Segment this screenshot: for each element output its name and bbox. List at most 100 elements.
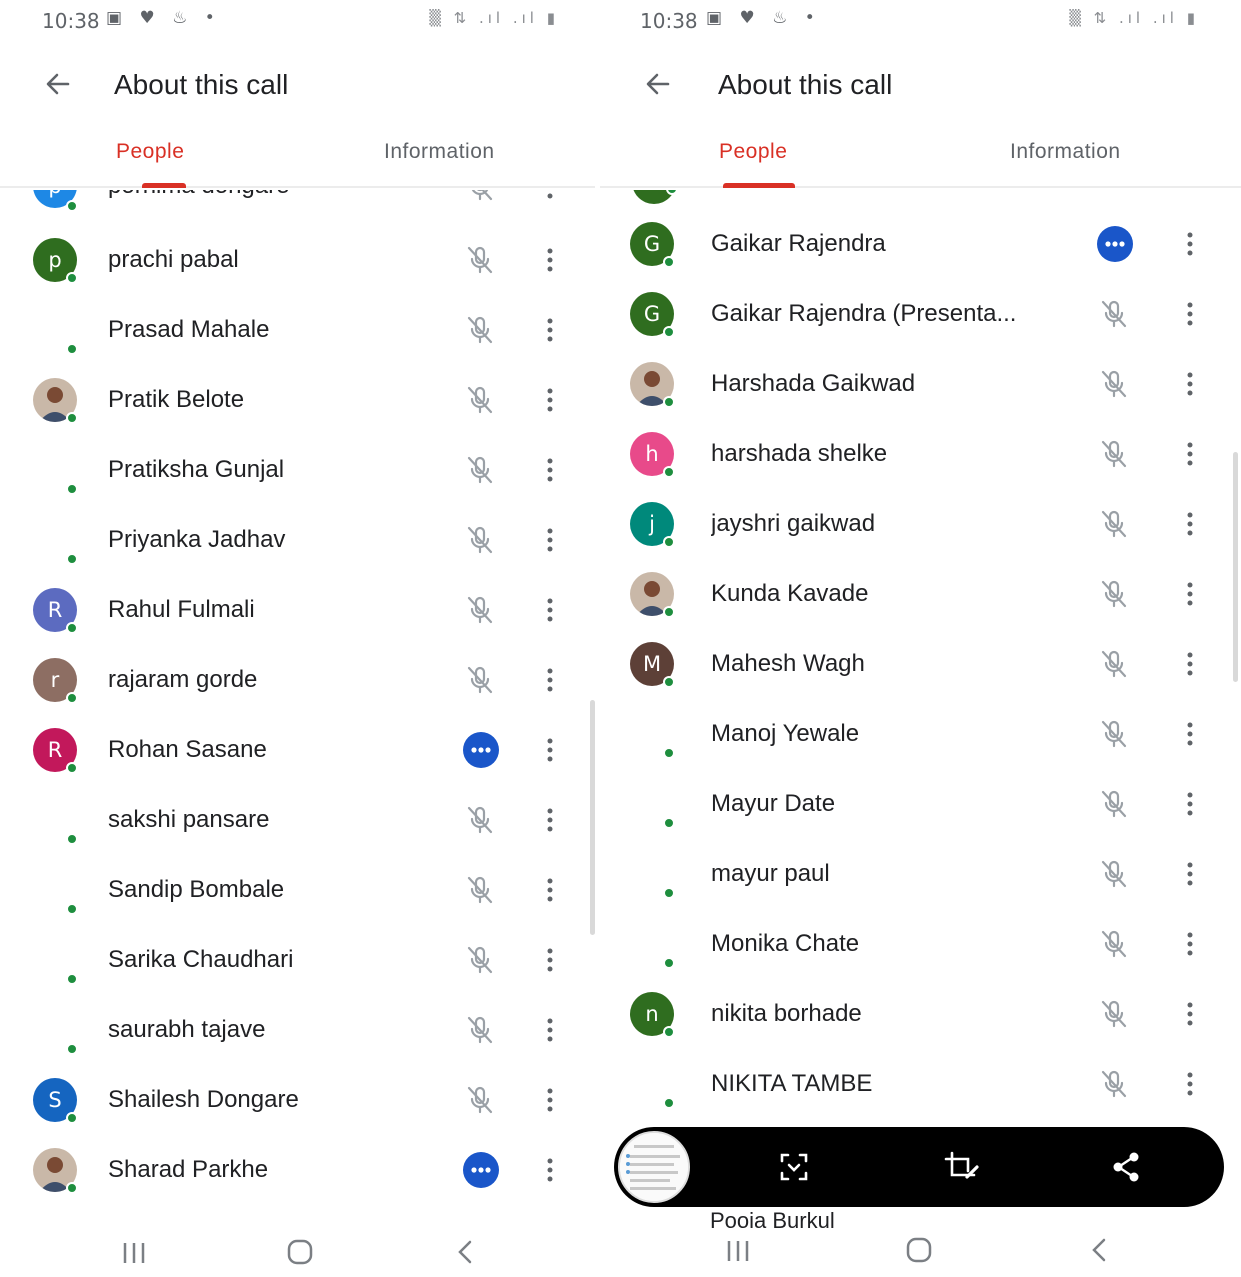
participant-row[interactable]: M Mahesh Wagh bbox=[600, 629, 1241, 699]
more-vert-icon[interactable] bbox=[1175, 574, 1205, 614]
more-vert-icon[interactable] bbox=[535, 380, 565, 420]
participant-row[interactable]: Prasad Mahale bbox=[0, 295, 595, 365]
crop-edit-icon[interactable] bbox=[940, 1147, 980, 1187]
system-nav-bar bbox=[0, 1228, 595, 1277]
home-icon[interactable] bbox=[278, 1232, 322, 1272]
more-vert-icon[interactable] bbox=[535, 310, 565, 350]
participant-row[interactable]: R Rahul Fulmali bbox=[0, 575, 595, 645]
nav-back-icon[interactable] bbox=[1078, 1232, 1122, 1272]
mic-off-icon bbox=[1101, 860, 1127, 888]
more-vert-icon[interactable] bbox=[1175, 994, 1205, 1034]
more-vert-icon[interactable] bbox=[1175, 924, 1205, 964]
participant-name: Sarika Chaudhari bbox=[108, 946, 294, 973]
more-vert-icon[interactable] bbox=[1175, 434, 1205, 474]
participant-row[interactable]: n nikita borhade bbox=[600, 979, 1241, 1049]
more-vert-icon[interactable] bbox=[535, 660, 565, 700]
more-vert-icon[interactable] bbox=[535, 590, 565, 630]
participant-name: Rohan Sasane bbox=[108, 736, 267, 763]
mic-off-icon bbox=[467, 806, 493, 834]
participant-name: Priyanka Jadhav bbox=[108, 526, 286, 553]
more-vert-icon[interactable] bbox=[535, 1150, 565, 1190]
screenshot-thumbnail[interactable] bbox=[618, 1131, 690, 1203]
scrollbar[interactable] bbox=[1233, 452, 1238, 682]
participant-row[interactable]: Harshada Gaikwad bbox=[600, 349, 1241, 419]
more-vert-icon[interactable] bbox=[1175, 1064, 1205, 1104]
left-screen: 10:38 ▣ ♥ ♨ • ▒ ⇅ .ıl .ıl ▮ About this c… bbox=[0, 0, 595, 1277]
presence-dot bbox=[66, 903, 78, 915]
participant-row[interactable] bbox=[600, 190, 1241, 204]
more-vert-icon[interactable] bbox=[535, 190, 565, 207]
tab-people[interactable]: People bbox=[719, 140, 787, 164]
presence-dot bbox=[66, 692, 78, 704]
participant-row[interactable]: p prachi pabal bbox=[0, 225, 595, 295]
more-vert-icon[interactable] bbox=[1175, 784, 1205, 824]
more-vert-icon[interactable] bbox=[535, 1080, 565, 1120]
participant-row[interactable]: Mayur Date bbox=[600, 769, 1241, 839]
status-bar: 10:38 ▣ ♥ ♨ • ▒ ⇅ .ıl .ıl ▮ bbox=[0, 0, 595, 40]
recents-icon[interactable] bbox=[716, 1232, 760, 1272]
tab-people[interactable]: People bbox=[116, 140, 184, 164]
presence-dot bbox=[66, 622, 78, 634]
mic-off-icon bbox=[1101, 930, 1127, 958]
more-vert-icon[interactable] bbox=[1175, 714, 1205, 754]
back-arrow-icon[interactable] bbox=[38, 64, 78, 104]
nav-back-icon[interactable] bbox=[444, 1232, 488, 1272]
more-vert-icon[interactable] bbox=[535, 520, 565, 560]
presence-dot bbox=[663, 536, 675, 548]
participant-row[interactable]: h harshada shelke bbox=[600, 419, 1241, 489]
presence-dot bbox=[66, 1182, 78, 1194]
participant-row[interactable]: r rajaram gorde bbox=[0, 645, 595, 715]
home-icon[interactable] bbox=[897, 1232, 941, 1272]
more-vert-icon[interactable] bbox=[1175, 504, 1205, 544]
more-vert-icon[interactable] bbox=[535, 450, 565, 490]
participant-row[interactable]: Priyanka Jadhav bbox=[0, 505, 595, 575]
tab-information[interactable]: Information bbox=[384, 140, 495, 164]
right-screen: 10:38 ▣ ♥ ♨ • ▒ ⇅ .ıl .ıl ▮ About this c… bbox=[600, 0, 1241, 1277]
back-arrow-icon[interactable] bbox=[638, 64, 678, 104]
presence-dot bbox=[663, 1026, 675, 1038]
participant-row[interactable]: Sarika Chaudhari bbox=[0, 925, 595, 995]
participant-row[interactable]: R Rohan Sasane bbox=[0, 715, 595, 785]
participant-row[interactable]: p pornima dongare bbox=[0, 190, 595, 222]
tab-information[interactable]: Information bbox=[1010, 140, 1121, 164]
presence-dot bbox=[663, 326, 675, 338]
more-vert-icon[interactable] bbox=[535, 1010, 565, 1050]
participant-row[interactable]: j jayshri gaikwad bbox=[600, 489, 1241, 559]
more-vert-icon[interactable] bbox=[535, 940, 565, 980]
participant-row[interactable]: sakshi pansare bbox=[0, 785, 595, 855]
participant-row[interactable]: saurabh tajave bbox=[0, 995, 595, 1065]
participant-row[interactable]: S Shailesh Dongare bbox=[0, 1065, 595, 1135]
mic-off-icon bbox=[467, 666, 493, 694]
more-vert-icon[interactable] bbox=[535, 240, 565, 280]
participant-row[interactable]: Monika Chate bbox=[600, 909, 1241, 979]
presence-dot bbox=[66, 1112, 78, 1124]
recents-icon[interactable] bbox=[112, 1232, 156, 1272]
more-vert-icon[interactable] bbox=[1175, 644, 1205, 684]
more-vert-icon[interactable] bbox=[1175, 364, 1205, 404]
more-vert-icon[interactable] bbox=[1175, 854, 1205, 894]
share-icon[interactable] bbox=[1106, 1147, 1146, 1187]
participant-name: Mahesh Wagh bbox=[711, 650, 865, 677]
scroll-capture-icon[interactable] bbox=[774, 1147, 814, 1187]
participant-row[interactable]: Sharad Parkhe bbox=[0, 1135, 595, 1205]
more-vert-icon[interactable] bbox=[535, 800, 565, 840]
participant-row[interactable]: mayur paul bbox=[600, 839, 1241, 909]
participant-row[interactable]: G Gaikar Rajendra (Presenta... bbox=[600, 279, 1241, 349]
participant-row[interactable]: Kunda Kavade bbox=[600, 559, 1241, 629]
signal-icons: ▒ ⇅ .ıl .ıl ▮ bbox=[1069, 9, 1199, 27]
participant-row[interactable]: Manoj Yewale bbox=[600, 699, 1241, 769]
more-vert-icon[interactable] bbox=[1175, 294, 1205, 334]
more-vert-icon[interactable] bbox=[535, 870, 565, 910]
participant-list: p pornima dongare pprachi pabal Prasad Ma… bbox=[0, 190, 595, 1228]
participant-row[interactable]: G Gaikar Rajendra bbox=[600, 209, 1241, 279]
participant-row[interactable]: Pratik Belote bbox=[0, 365, 595, 435]
more-vert-icon[interactable] bbox=[1175, 224, 1205, 264]
participant-row[interactable]: NIKITA TAMBE bbox=[600, 1049, 1241, 1119]
presence-dot bbox=[663, 396, 675, 408]
more-vert-icon[interactable] bbox=[535, 730, 565, 770]
participant-row[interactable]: Pratiksha Gunjal bbox=[0, 435, 595, 505]
participant-name: prachi pabal bbox=[108, 246, 239, 273]
notification-icons: ▣ ♥ ♨ • bbox=[706, 8, 821, 28]
presence-dot bbox=[66, 833, 78, 845]
participant-row[interactable]: Sandip Bombale bbox=[0, 855, 595, 925]
